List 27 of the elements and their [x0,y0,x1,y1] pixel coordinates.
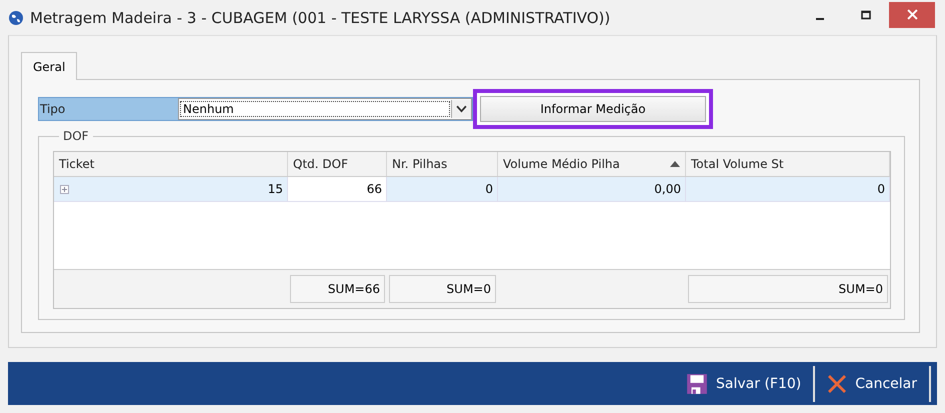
close-icon [906,9,918,20]
cancel-button[interactable]: Cancelar [815,366,931,402]
table-cell: 15 [70,177,288,201]
window-title: Metragem Madeira - 3 - CUBAGEM (001 - TESTE LARYSSA (ADMINISTRATIVO)) [30,8,610,26]
group-title: DOF [62,129,90,143]
x-icon [827,374,848,394]
tipo-dropdown[interactable]: Nenhum [178,98,472,120]
save-button[interactable]: Salvar (F10) [674,366,816,402]
summary-cell: SUM=0 [389,275,496,303]
chevron-down-icon [451,100,471,118]
column-header[interactable]: Ticket [54,152,288,176]
column-header[interactable]: Volume Médio Pilha [498,152,686,176]
column-header[interactable]: Nr. Pilhas [387,152,498,176]
column-header[interactable]: Qtd. DOF [288,152,387,176]
summary-cell: SUM=66 [290,275,385,303]
tab[interactable]: Geral [21,52,78,80]
expand-icon[interactable] [60,184,69,194]
table-cell: 0 [686,177,890,201]
table-cell: 0,00 [498,177,686,201]
tipo-label: Tipo [39,102,66,116]
close-button[interactable] [889,2,935,28]
globe-icon [8,10,24,26]
table-cell: 0 [387,177,498,201]
minimize-icon [816,18,824,20]
maximize-icon [861,10,871,20]
summary-cell: SUM=0 [688,275,888,303]
column-header[interactable]: Total Volume St [686,152,890,176]
